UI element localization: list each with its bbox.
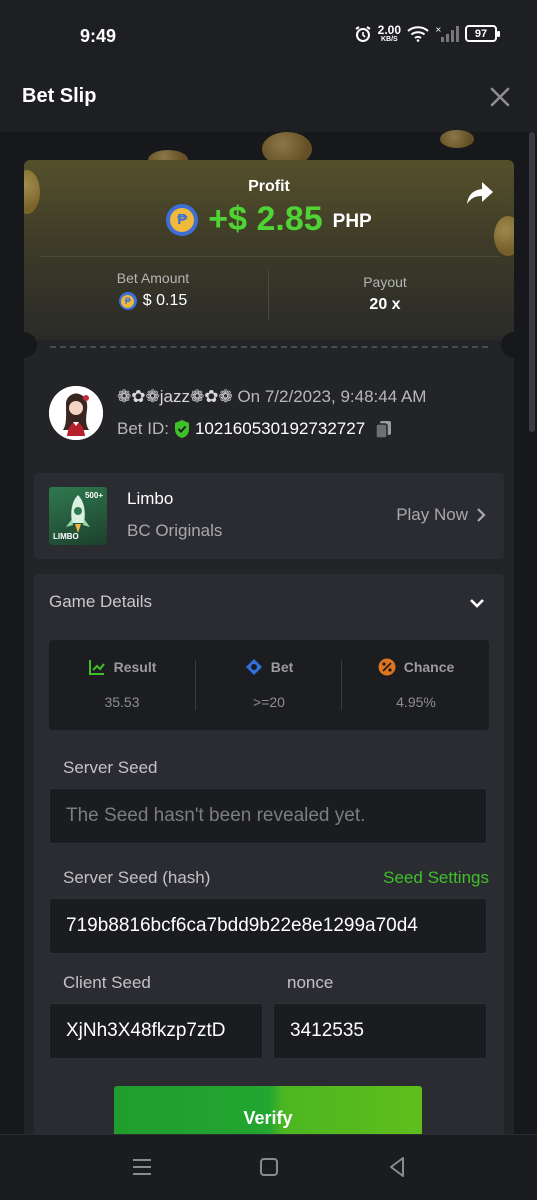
peso-coin-icon: ₱ xyxy=(118,292,137,310)
back-icon[interactable] xyxy=(385,1155,409,1179)
peso-coin-icon: ₱ xyxy=(166,203,199,236)
server-seed-hash-label: Server Seed (hash) xyxy=(63,868,211,887)
game-thumbnail: 500+ LIMBO xyxy=(49,487,107,545)
profit-row: ₱ +$ 2.85 PHP xyxy=(24,200,514,239)
signal-icon: × xyxy=(435,25,459,42)
nonce-field[interactable]: 3412535 xyxy=(273,1003,487,1059)
nonce-label: nonce xyxy=(287,973,334,992)
peso-symbol: ₱ xyxy=(170,207,195,232)
chance-stat: Chance 4.95% xyxy=(343,658,489,710)
scrollbar[interactable] xyxy=(529,132,535,432)
bet-id-value: 102160530192732727 xyxy=(194,419,366,438)
chevron-down-icon[interactable] xyxy=(468,594,486,612)
ticket-notch-right xyxy=(501,332,514,358)
username[interactable]: ❁✿❁jazz❁✿❁ xyxy=(117,387,233,406)
network-speed: 2.00 KB/S xyxy=(378,24,401,43)
game-details-title[interactable]: Game Details xyxy=(49,592,152,612)
share-icon[interactable] xyxy=(466,180,494,206)
bet-stat-head: Bet xyxy=(196,658,342,676)
hero-divider xyxy=(40,256,500,257)
payout-label: Payout xyxy=(363,274,407,290)
play-now-label: Play Now xyxy=(396,505,468,524)
game-thumb-label: LIMBO xyxy=(53,532,79,541)
chevron-right-icon xyxy=(477,508,486,522)
bet-slip-header: Bet Slip xyxy=(0,70,537,132)
bet-user-line: ❁✿❁jazz❁✿❁ On 7/2/2023, 9:48:44 AM xyxy=(117,387,426,407)
result-stat-head: Result xyxy=(49,658,195,676)
server-seed-label: Server Seed xyxy=(63,758,158,777)
bet-label: Bet xyxy=(270,659,294,675)
page-title: Bet Slip xyxy=(22,85,97,107)
network-speed-unit: KB/S xyxy=(380,36,398,43)
peso-symbol: ₱ xyxy=(121,294,135,308)
bet-stat: Bet >=20 xyxy=(196,658,342,710)
ticket-dashed-line xyxy=(50,346,488,348)
game-details-panel: Game Details Result 35.53 Bet >=20 Chanc… xyxy=(34,574,504,1140)
server-seed-field[interactable]: The Seed hasn't been revealed yet. xyxy=(49,788,487,844)
verified-shield-icon xyxy=(174,420,189,438)
bet-timestamp: On 7/2/2023, 9:48:44 AM xyxy=(237,387,427,406)
status-bar: 9:49 2.00 KB/S × 97 xyxy=(0,0,537,70)
bet-slip-page: 9:49 2.00 KB/S × 97 Bet Slip Profit ₱ +$… xyxy=(0,0,537,1200)
bet-id-line: Bet ID: 102160530192732727 xyxy=(117,418,395,440)
chance-label: Chance xyxy=(403,659,455,675)
percent-icon xyxy=(378,658,396,676)
result-value: 35.53 xyxy=(104,694,140,710)
bet-amount-stat: Bet Amount ₱ $ 0.15 xyxy=(38,270,268,310)
bet-amount-value: $ 0.15 xyxy=(142,292,188,309)
alarm-icon xyxy=(355,25,371,42)
client-seed-label: Client Seed xyxy=(63,973,151,992)
profit-label: Profit xyxy=(248,178,290,195)
verify-button[interactable]: Verify xyxy=(114,1086,422,1140)
bet-amount-label: Bet Amount xyxy=(116,270,190,286)
chance-stat-head: Chance xyxy=(343,658,489,676)
play-now-button[interactable]: Play Now xyxy=(396,505,486,525)
status-icons: 2.00 KB/S × 97 xyxy=(354,24,500,43)
game-stats-box: Result 35.53 Bet >=20 Chance 4.95% xyxy=(49,640,489,730)
svg-text:×: × xyxy=(435,25,442,34)
stat-divider xyxy=(268,270,269,320)
battery-indicator: 97 xyxy=(465,25,500,42)
profit-hero: Profit ₱ +$ 2.85 PHP Bet Amount ₱ $ 0.15… xyxy=(24,160,514,340)
bet-value: >=20 xyxy=(253,694,285,710)
game-category: BC Originals xyxy=(127,521,223,540)
stats-divider xyxy=(341,660,342,710)
bet-id-label: Bet ID: xyxy=(117,419,169,438)
network-speed-value: 2.00 xyxy=(377,23,401,37)
chance-value: 4.95% xyxy=(396,694,436,710)
game-name: Limbo xyxy=(127,489,174,508)
profit-currency: PHP xyxy=(332,210,372,232)
status-time: 9:49 xyxy=(80,26,117,46)
copy-icon[interactable] xyxy=(373,418,395,440)
close-icon[interactable] xyxy=(487,84,513,110)
bet-slip-card: Profit ₱ +$ 2.85 PHP Bet Amount ₱ $ 0.15… xyxy=(24,160,514,1140)
game-thumb-badge: 500+ xyxy=(84,491,103,500)
avatar[interactable] xyxy=(49,386,103,440)
coin-decoration xyxy=(440,130,474,148)
recent-apps-icon[interactable] xyxy=(130,1155,154,1179)
wifi-icon xyxy=(407,25,429,42)
result-chart-icon xyxy=(88,660,105,675)
game-row[interactable]: 500+ LIMBO Limbo BC Originals Play Now xyxy=(34,473,504,559)
result-label: Result xyxy=(113,659,157,675)
client-seed-field[interactable]: XjNh3X48fkzp7ztD xyxy=(49,1003,263,1059)
bet-amount-row: ₱ $ 0.15 xyxy=(38,292,268,310)
system-nav-bar xyxy=(0,1134,537,1200)
avatar-image xyxy=(49,386,103,440)
home-icon[interactable] xyxy=(257,1155,281,1179)
bet-tag-icon xyxy=(245,659,262,675)
profit-amount: +$ 2.85 xyxy=(208,200,323,238)
payout-stat: Payout 20 x xyxy=(270,274,500,314)
payout-value: 20 x xyxy=(369,296,401,313)
result-stat: Result 35.53 xyxy=(49,658,195,710)
seed-settings-link[interactable]: Seed Settings xyxy=(383,868,489,888)
server-seed-hash-field[interactable]: 719b8816bcf6ca7bdd9b22e8e1299a70d4 xyxy=(49,898,487,954)
